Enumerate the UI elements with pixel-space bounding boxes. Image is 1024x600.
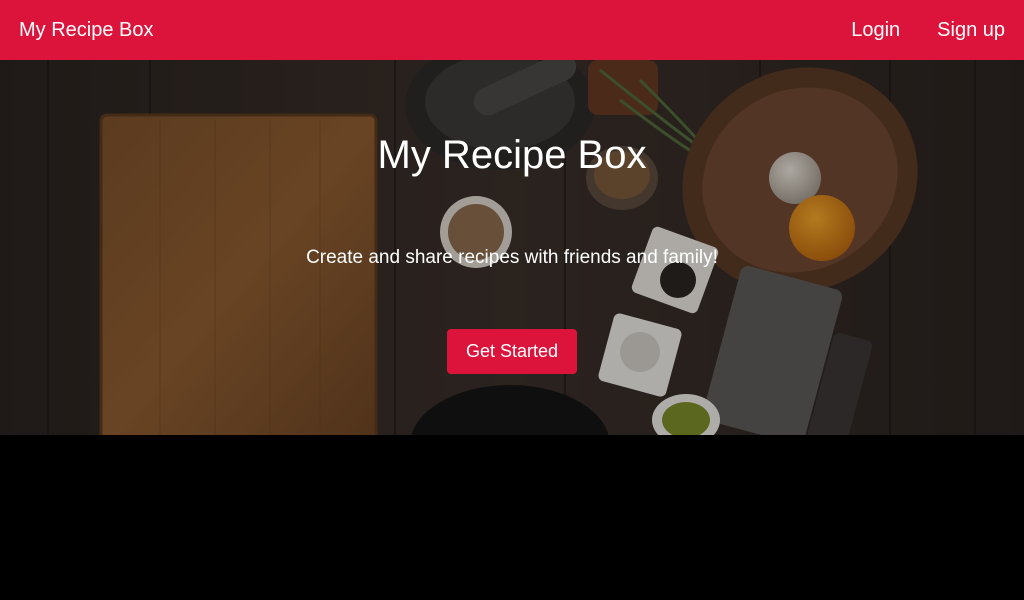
hero-subtitle: Create and share recipes with friends an… [306, 247, 718, 268]
signup-link[interactable]: Sign up [937, 19, 1005, 42]
hero-content: My Recipe Box Create and share recipes w… [0, 60, 1024, 435]
hero-title: My Recipe Box [377, 133, 647, 177]
login-link[interactable]: Login [851, 19, 900, 42]
hero-section: My Recipe Box Create and share recipes w… [0, 60, 1024, 435]
top-navbar: My Recipe Box Login Sign up [0, 0, 1024, 60]
brand-link[interactable]: My Recipe Box [19, 19, 154, 42]
get-started-button[interactable]: Get Started [447, 329, 577, 374]
empty-content-area [0, 435, 1024, 600]
nav-links: Login Sign up [851, 19, 1005, 42]
